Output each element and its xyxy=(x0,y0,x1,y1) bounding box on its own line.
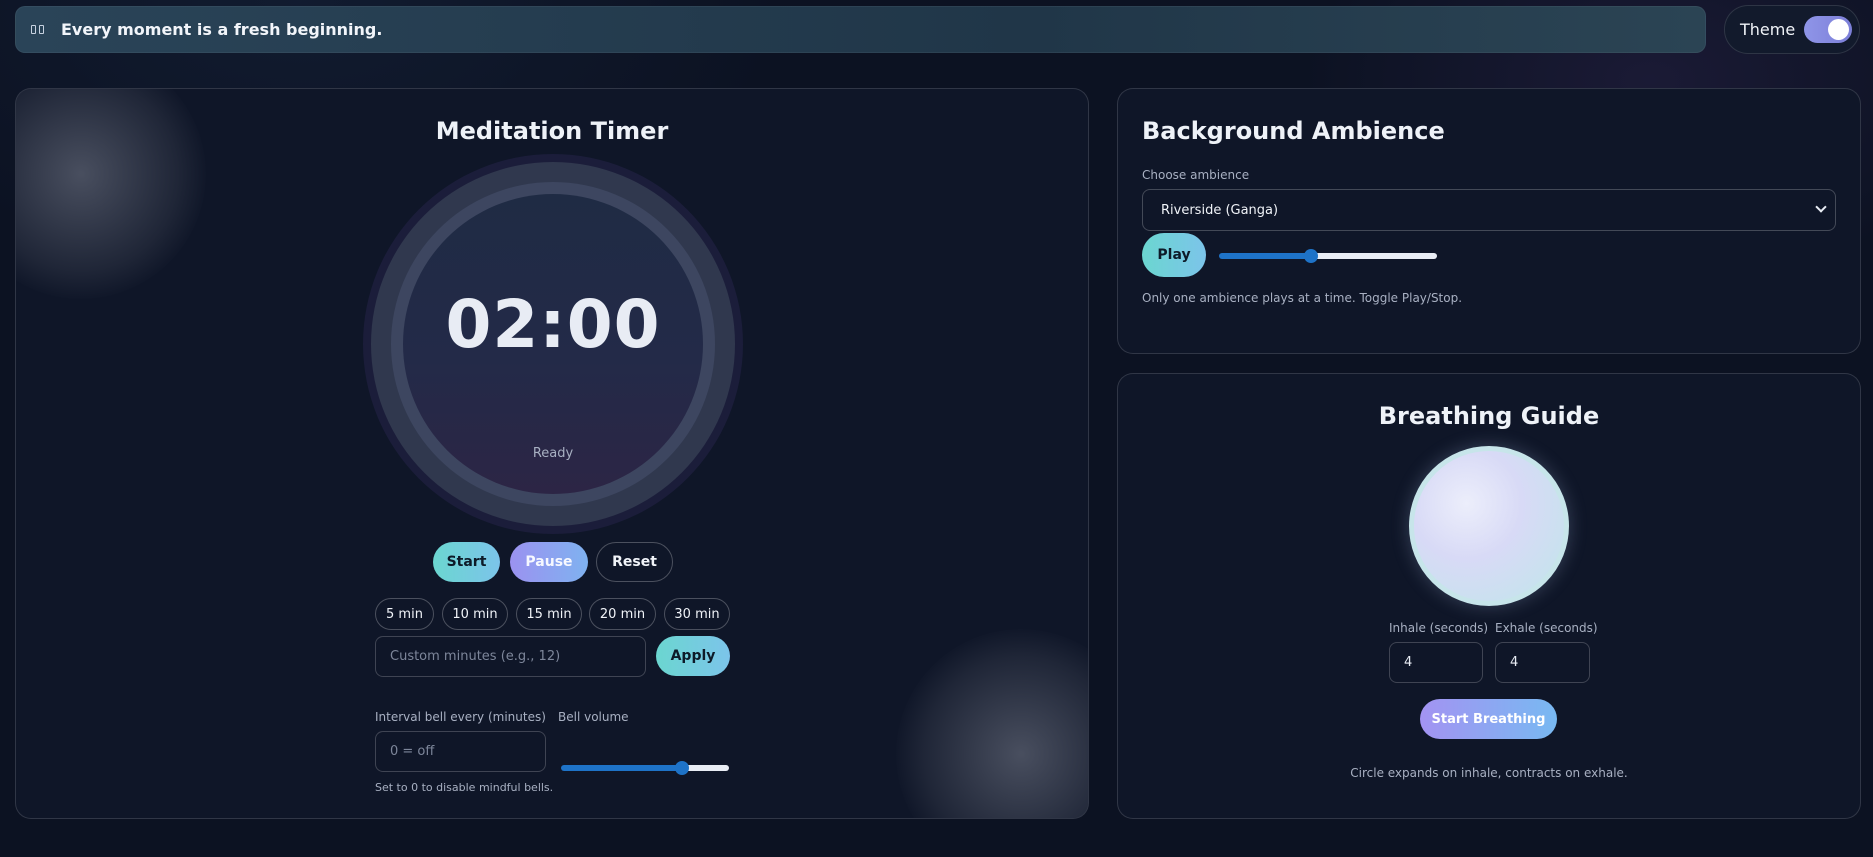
preset-15-min[interactable]: 15 min xyxy=(516,598,582,630)
ambience-note: Only one ambience plays at a time. Toggl… xyxy=(1142,291,1463,305)
interval-hint: Set to 0 to disable mindful bells. xyxy=(375,781,554,794)
ambience-title: Background Ambience xyxy=(1142,117,1445,145)
start-breathing-button[interactable]: Start Breathing xyxy=(1420,699,1557,739)
play-button[interactable]: Play xyxy=(1142,233,1206,277)
breathing-circle xyxy=(1409,446,1569,606)
ambience-selected-value: Riverside (Ganga) xyxy=(1161,202,1279,218)
quote-bar: Every moment is a fresh beginning. xyxy=(15,6,1706,53)
ambience-volume-slider[interactable] xyxy=(1219,249,1437,263)
timer-title: Meditation Timer xyxy=(435,117,669,145)
preset-30-min[interactable]: 30 min xyxy=(664,598,730,630)
interval-input[interactable] xyxy=(375,731,546,772)
breathing-title: Breathing Guide xyxy=(1378,402,1600,430)
preset-10-min[interactable]: 10 min xyxy=(442,598,508,630)
ambience-panel: Background Ambience Choose ambience Rive… xyxy=(1117,88,1861,354)
timer-panel: Meditation Timer 02:00 Ready Start Pause… xyxy=(15,88,1089,819)
ambience-select-label: Choose ambience xyxy=(1142,168,1250,182)
slider-thumb[interactable] xyxy=(1303,249,1318,263)
bell-volume-slider[interactable] xyxy=(561,761,729,775)
slider-thumb[interactable] xyxy=(674,761,689,775)
custom-minutes-input[interactable] xyxy=(375,636,646,677)
breathing-panel: Breathing Guide Inhale (seconds) Exhale … xyxy=(1117,373,1861,819)
interval-label: Interval bell every (minutes) xyxy=(375,710,546,724)
pause-button[interactable]: Pause xyxy=(510,542,588,582)
theme-toggle[interactable] xyxy=(1804,16,1853,43)
inhale-label: Inhale (seconds) xyxy=(1389,621,1489,635)
quote-icon xyxy=(31,24,47,36)
chevron-down-icon xyxy=(1815,201,1827,213)
ambience-select[interactable]: Riverside (Ganga) xyxy=(1142,189,1836,231)
toggle-knob xyxy=(1828,19,1850,40)
bell-volume-label: Bell volume xyxy=(558,710,629,724)
breathing-note: Circle expands on inhale, contracts on e… xyxy=(1350,766,1628,780)
timer-status: Ready xyxy=(532,446,574,461)
inhale-input[interactable] xyxy=(1389,642,1483,683)
preset-20-min[interactable]: 20 min xyxy=(589,598,656,630)
start-button[interactable]: Start xyxy=(433,542,500,582)
preset-5-min[interactable]: 5 min xyxy=(375,598,434,630)
daily-quote: Every moment is a fresh beginning. xyxy=(61,20,383,39)
theme-label: Theme xyxy=(1740,20,1796,39)
time-display: 02:00 xyxy=(445,286,661,363)
exhale-input[interactable] xyxy=(1495,642,1590,683)
theme-switcher[interactable]: Theme xyxy=(1724,5,1860,54)
reset-button[interactable]: Reset xyxy=(596,542,673,582)
exhale-label: Exhale (seconds) xyxy=(1495,621,1598,635)
decorative-orb xyxy=(896,629,1088,818)
timer-dial: 02:00 Ready xyxy=(363,154,743,534)
apply-button[interactable]: Apply xyxy=(656,636,730,676)
